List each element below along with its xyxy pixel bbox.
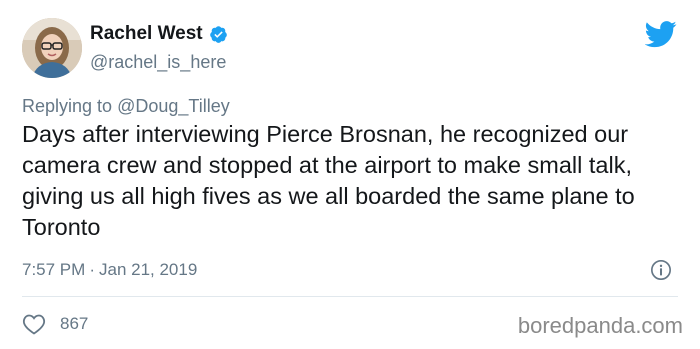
reply-context: Replying to @Doug_Tilley	[22, 96, 230, 117]
author-handle[interactable]: @rachel_is_here	[90, 52, 226, 73]
watermark: boredpanda.com	[517, 313, 683, 338]
divider	[22, 296, 678, 297]
tweet-card: Rachel West @rachel_is_here Replying to …	[0, 0, 700, 349]
tweet-text: Days after interviewing Pierce Brosnan, …	[22, 121, 635, 240]
author-name-row: Rachel West	[90, 23, 228, 45]
like-action[interactable]: 867	[22, 313, 88, 335]
reply-mention[interactable]: @Doug_Tilley	[117, 96, 230, 116]
meta-separator: ·	[89, 260, 95, 279]
reply-prefix: Replying to	[22, 96, 113, 116]
verified-badge-icon	[209, 25, 227, 43]
like-count: 867	[60, 314, 89, 333]
twitter-bird-icon[interactable]	[645, 21, 677, 48]
tweet-timestamp[interactable]: 7:57 PM · Jan 21, 2019	[22, 260, 197, 280]
tweet-date: Jan 21, 2019	[98, 260, 198, 279]
avatar[interactable]	[22, 18, 82, 78]
heart-icon[interactable]	[22, 313, 46, 335]
tweet-time: 7:57 PM	[22, 260, 86, 279]
info-icon[interactable]	[650, 259, 672, 281]
avatar-photo	[22, 18, 82, 78]
author-name[interactable]: Rachel West	[90, 23, 203, 45]
